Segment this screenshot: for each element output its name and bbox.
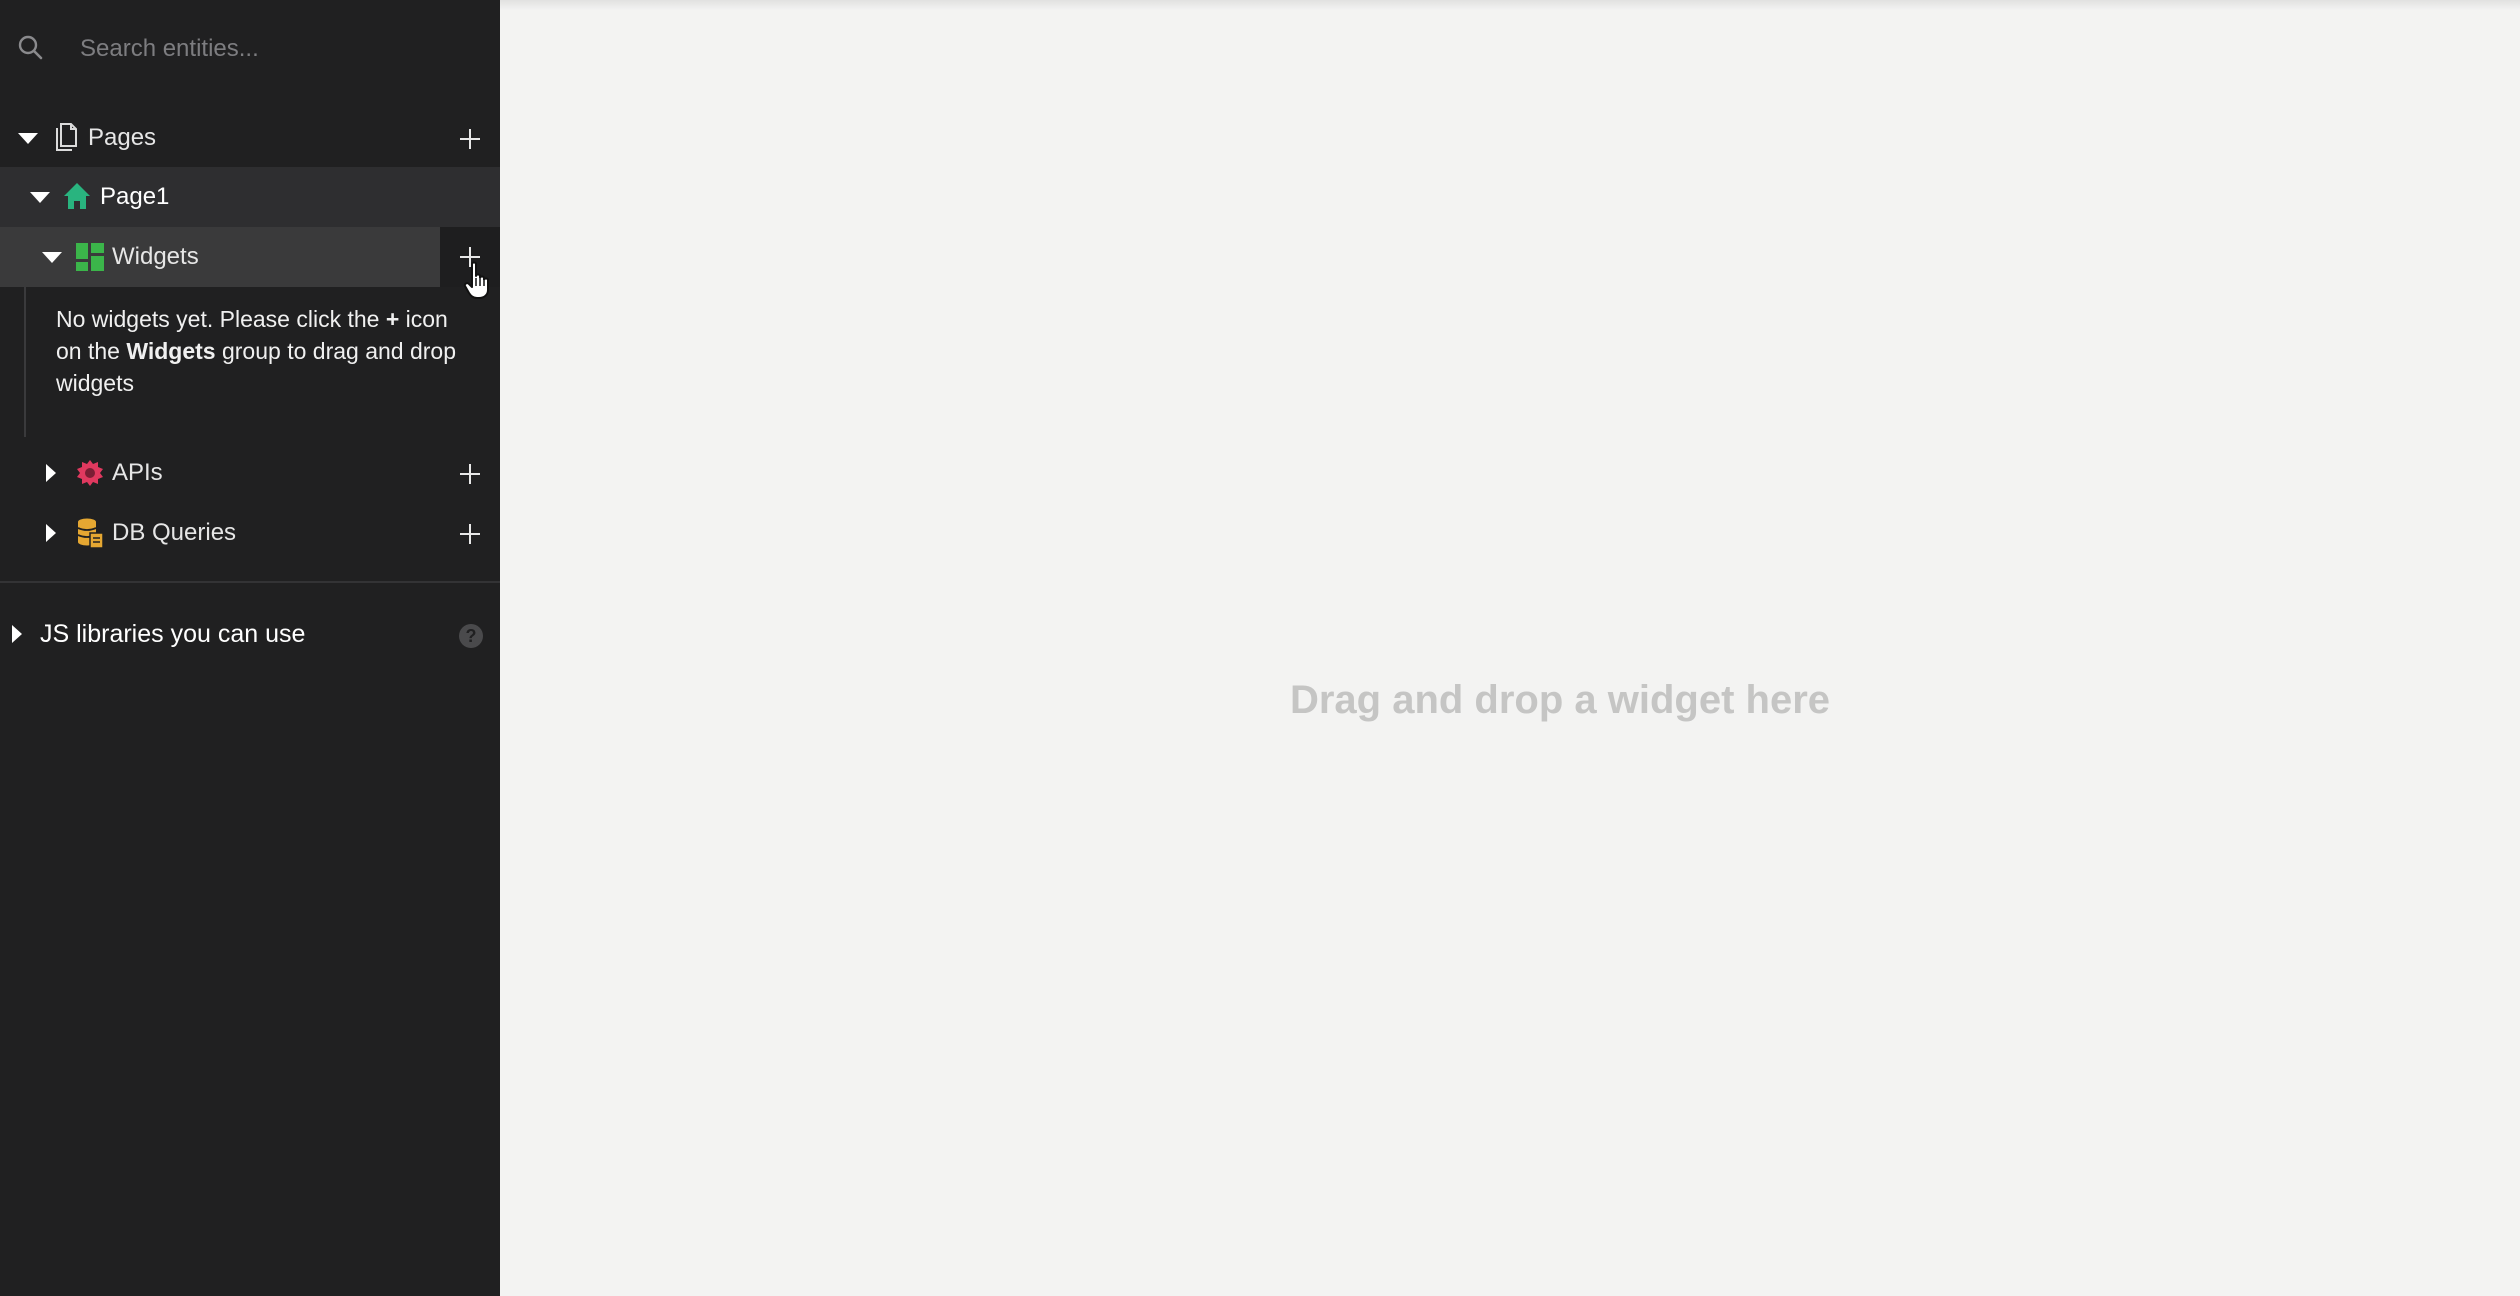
canvas-top-shadow bbox=[500, 0, 2520, 10]
drop-hint-text: Drag and drop a widget here bbox=[1289, 678, 1831, 722]
search-input[interactable] bbox=[80, 26, 480, 72]
document-icon bbox=[56, 123, 77, 151]
add-page-button[interactable] bbox=[460, 129, 480, 149]
caret-right-icon[interactable] bbox=[46, 464, 56, 482]
page1-label: Page1 bbox=[100, 183, 170, 210]
apis-label: APIs bbox=[112, 459, 163, 486]
api-gear-icon bbox=[77, 460, 103, 486]
caret-right-icon[interactable] bbox=[46, 524, 56, 542]
js-libraries-group-header[interactable]: JS libraries you can use ? bbox=[0, 604, 500, 664]
caret-down-icon[interactable] bbox=[18, 133, 38, 144]
widgets-empty-message: No widgets yet. Please click the + icon … bbox=[56, 303, 476, 399]
js-libraries-label: JS libraries you can use bbox=[40, 620, 306, 648]
add-api-button[interactable] bbox=[460, 464, 480, 484]
home-icon bbox=[64, 183, 90, 209]
empty-message-widgets-bold: Widgets bbox=[126, 338, 216, 364]
sidebar-divider bbox=[0, 581, 500, 583]
widgets-label: Widgets bbox=[112, 243, 199, 270]
page-item-page1[interactable]: Page1 bbox=[0, 167, 500, 227]
caret-right-icon[interactable] bbox=[12, 625, 22, 643]
db-queries-group-header[interactable]: DB Queries bbox=[0, 503, 500, 563]
widgets-grid-icon bbox=[76, 243, 104, 271]
caret-down-icon[interactable] bbox=[30, 192, 50, 203]
pages-label: Pages bbox=[88, 124, 157, 151]
empty-message-text: No widgets yet. Please click the bbox=[56, 306, 386, 332]
widgets-empty-state: No widgets yet. Please click the + icon … bbox=[0, 287, 500, 437]
caret-down-icon[interactable] bbox=[42, 252, 62, 263]
search-icon bbox=[18, 35, 43, 60]
widgets-group-header[interactable]: Widgets bbox=[0, 227, 500, 287]
help-icon[interactable]: ? bbox=[459, 624, 483, 648]
search-row bbox=[0, 0, 500, 98]
empty-message-plus: + bbox=[385, 306, 400, 332]
pages-group-header[interactable]: Pages bbox=[0, 108, 500, 168]
apis-group-header[interactable]: APIs bbox=[0, 443, 500, 503]
add-db-query-button[interactable] bbox=[460, 524, 480, 544]
widget-canvas[interactable]: Drag and drop a widget here bbox=[500, 0, 2520, 1296]
tree-guide-line bbox=[24, 287, 26, 437]
entity-explorer-sidebar: Pages Page1 Widgets bbox=[0, 0, 500, 1296]
db-queries-label: DB Queries bbox=[112, 519, 237, 546]
database-icon bbox=[77, 518, 104, 549]
